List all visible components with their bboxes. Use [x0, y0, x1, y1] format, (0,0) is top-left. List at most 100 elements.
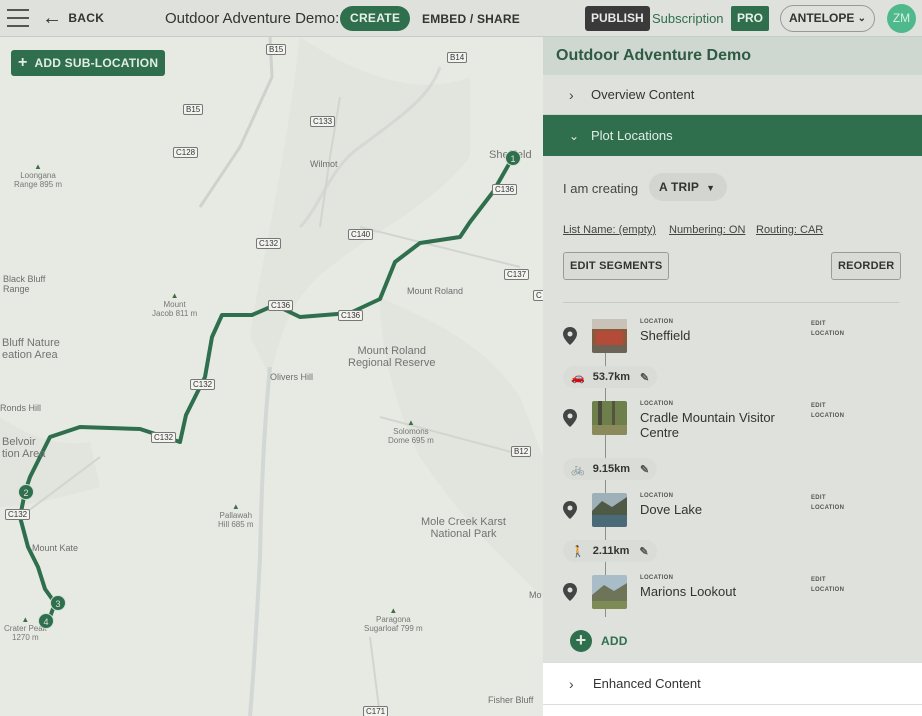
pencil-icon[interactable]: ✎ [640, 371, 649, 384]
location-caption: LOCATION [640, 319, 674, 325]
road-label: C137 [504, 269, 530, 280]
accordion-overview[interactable]: › Overview Content [543, 75, 922, 115]
place-ronds-hill: Ronds Hill [0, 403, 42, 413]
peak-triangle-icon: ▲ [406, 418, 415, 427]
avatar[interactable]: ZM [887, 4, 916, 33]
chevron-down-icon: ⌄ [857, 13, 866, 24]
segment-pill[interactable]: 🚶 2.11km ✎ [563, 540, 657, 562]
pencil-icon[interactable]: ✎ [639, 545, 648, 558]
edit-caption: LOCATION [811, 413, 845, 419]
edit-caption: EDIT [811, 321, 826, 327]
chevron-right-icon: › [569, 86, 574, 103]
road-label: C136 [492, 184, 518, 195]
edit-caption: EDIT [811, 577, 826, 583]
map-view[interactable]: + ADD SUB-LOCATION B15 B14 B15 C133 C128 … [0, 37, 543, 716]
road-label: C132 [5, 509, 31, 520]
back-button[interactable]: ← BACK [42, 7, 105, 29]
peak-label: ▲ Paragona Sugarloaf 799 m [364, 606, 423, 633]
chevron-down-icon: ⌄ [569, 128, 580, 143]
peak-triangle-icon: ▲ [34, 162, 42, 171]
publish-button[interactable]: PUBLISH [585, 6, 650, 31]
road-label: C140 [348, 229, 374, 240]
back-label: BACK [68, 11, 105, 25]
place-loongana: Loongana Range 895 m [14, 171, 63, 189]
arrow-left-icon: ← [42, 7, 63, 29]
list-name-link[interactable]: List Name: (empty) [563, 224, 656, 236]
place-mount-roland: Mount Roland [407, 286, 464, 296]
segment-distance: 2.11km [592, 545, 630, 557]
plus-icon: + [570, 630, 592, 652]
road-label: C132 [190, 379, 216, 390]
road-label: C [533, 290, 543, 301]
create-button[interactable]: CREATE [340, 6, 411, 31]
edit-location-link[interactable]: EDIT LOCATION [811, 493, 844, 513]
road-label: B14 [447, 52, 468, 63]
location-name: Dove Lake [640, 502, 703, 517]
pencil-icon[interactable]: ✎ [640, 463, 649, 476]
add-sub-location-button[interactable]: + ADD SUB-LOCATION [11, 50, 166, 76]
location-caption: LOCATION [640, 401, 674, 407]
trip-type-select[interactable]: A TRIP ▼ [649, 173, 728, 201]
location-thumbnail [592, 401, 627, 435]
map-marker[interactable]: 4 [38, 613, 54, 629]
numbering-link[interactable]: Numbering: ON [669, 224, 745, 236]
add-label: ADD [601, 634, 628, 648]
peak-triangle-icon: ▲ [170, 291, 179, 300]
place-mole-creek: Mole Creek Karst National Park [421, 516, 506, 540]
road-label: C136 [338, 310, 364, 321]
place-mount-kate: Mount Kate [32, 543, 79, 553]
panel-bottom-strip [543, 705, 922, 716]
edit-segments-button[interactable]: EDIT SEGMENTS [563, 252, 670, 280]
location-name: Cradle Mountain Visitor Centre [640, 410, 775, 440]
segment-pill[interactable]: 🚗 53.7km ✎ [563, 366, 658, 388]
location-caption: LOCATION [640, 493, 674, 499]
embed-share-button[interactable]: EMBED / SHARE [422, 12, 520, 26]
road-label: B15 [183, 104, 204, 115]
peak-label: ▲ Loongana Range 895 m [14, 162, 62, 189]
edit-location-link[interactable]: EDIT LOCATION [811, 401, 844, 421]
place-mount-jacob: Mount Jacob 811 m [152, 300, 198, 318]
edit-caption: LOCATION [811, 505, 845, 511]
overview-label: Overview Content [591, 87, 695, 102]
project-title: Outdoor Adventure Demo: [165, 10, 340, 27]
road-label: C132 [151, 432, 177, 443]
segment-distance: 53.7km [592, 371, 631, 383]
edit-location-link[interactable]: EDIT LOCATION [811, 319, 844, 339]
chevron-right-icon: › [569, 675, 574, 692]
accordion-enhanced-content[interactable]: › Enhanced Content [543, 662, 922, 705]
panel-title: Outdoor Adventure Demo [543, 37, 922, 75]
enhanced-label: Enhanced Content [593, 676, 701, 691]
account-dropdown[interactable]: ANTELOPE ⌄ [780, 5, 875, 32]
edit-location-link[interactable]: EDIT LOCATION [811, 575, 844, 595]
map-marker[interactable]: 1 [505, 150, 521, 166]
segment-pill[interactable]: 🚲 9.15km ✎ [563, 458, 658, 480]
peak-label: ▲ Pallawah Hill 685 m [218, 502, 254, 529]
accordion-plot-locations[interactable]: ⌄ Plot Locations [543, 115, 922, 156]
plot-locations-body: I am creating A TRIP ▼ List Name: (empty)… [543, 156, 922, 656]
edit-caption: LOCATION [811, 331, 845, 337]
trip-type-value: A TRIP [659, 180, 700, 194]
edit-caption: EDIT [811, 495, 826, 501]
map-marker[interactable]: 2 [18, 484, 34, 500]
place-belvoir: Belvoir tion Area [2, 436, 46, 460]
peak-triangle-icon: ▲ [389, 606, 398, 615]
subscription-link[interactable]: Subscription [652, 11, 724, 26]
road-label: C133 [310, 116, 336, 127]
place-mo: Mo [529, 590, 542, 600]
side-panel: Outdoor Adventure Demo › Overview Conten… [543, 37, 922, 716]
road-label: C136 [268, 300, 294, 311]
top-bar: ← BACK Outdoor Adventure Demo: CREATE EM… [0, 0, 922, 37]
edit-caption: LOCATION [811, 587, 845, 593]
map-marker[interactable]: 3 [50, 595, 66, 611]
location-name: Marions Lookout [640, 584, 737, 599]
location-thumbnail [592, 319, 627, 353]
pro-badge[interactable]: PRO [731, 6, 770, 31]
routing-link[interactable]: Routing: CAR [756, 224, 823, 236]
menu-icon[interactable] [7, 9, 29, 27]
place-solomons: Solomons Dome 695 m [388, 427, 434, 445]
creating-label: I am creating [563, 181, 639, 196]
add-location-button[interactable]: + ADD [570, 630, 628, 652]
place-wilmot: Wilmot [310, 159, 338, 169]
place-mount-roland-reserve: Mount Roland Regional Reserve [348, 345, 436, 369]
reorder-button[interactable]: REORDER [831, 252, 902, 280]
